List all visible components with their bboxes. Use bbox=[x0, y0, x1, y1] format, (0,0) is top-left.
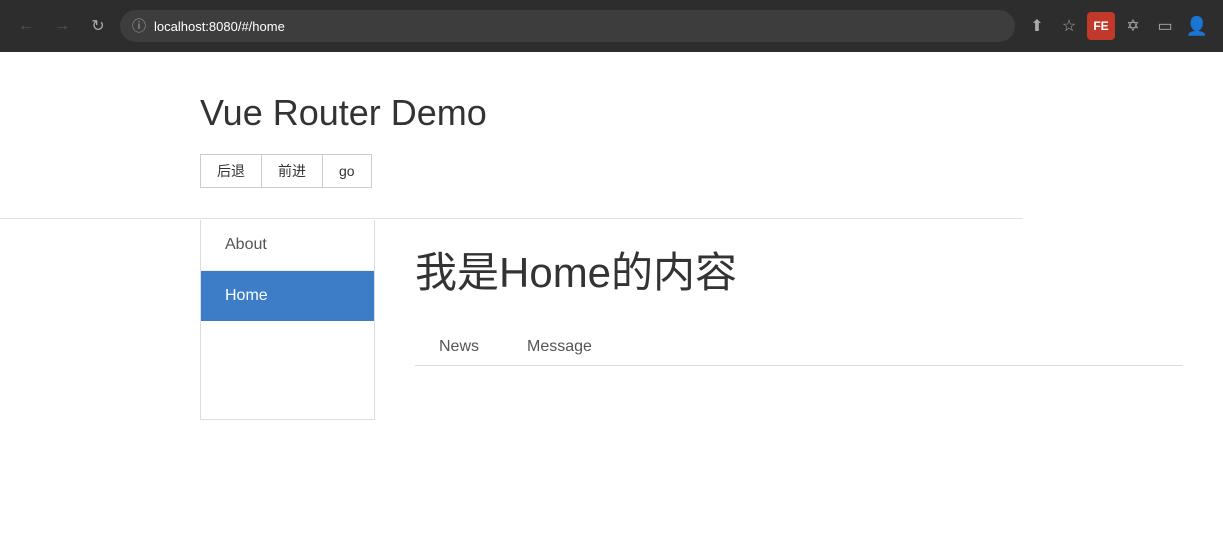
back-nav-button[interactable]: 后退 bbox=[200, 154, 261, 188]
forward-button[interactable]: → bbox=[48, 12, 76, 40]
profile-icon[interactable]: 👤 bbox=[1183, 12, 1211, 40]
sub-tab-message[interactable]: Message bbox=[503, 330, 616, 366]
bookmark-icon[interactable]: ☆ bbox=[1055, 12, 1083, 40]
url-text: localhost:8080/#/home bbox=[154, 19, 285, 34]
go-button[interactable]: go bbox=[322, 154, 372, 188]
share-icon[interactable]: ⬆ bbox=[1023, 12, 1051, 40]
home-content-title: 我是Home的内容 bbox=[415, 239, 1183, 300]
refresh-button[interactable]: ↻ bbox=[84, 12, 112, 40]
app-title: Vue Router Demo bbox=[200, 92, 1223, 134]
nav-buttons: 后退 前进 go bbox=[200, 154, 1223, 188]
sub-tabs: News Message bbox=[415, 330, 1183, 366]
toolbar-icons: ⬆ ☆ FE ✡ ▭ 👤 bbox=[1023, 12, 1211, 40]
browser-chrome: ← → ↻ ⓘ localhost:8080/#/home ⬆ ☆ FE ✡ ▭… bbox=[0, 0, 1223, 52]
fe-extension-icon[interactable]: FE bbox=[1087, 12, 1115, 40]
sidebar-item-home[interactable]: Home bbox=[201, 271, 374, 321]
extensions-icon[interactable]: ✡ bbox=[1119, 12, 1147, 40]
sub-tab-news[interactable]: News bbox=[415, 330, 503, 366]
info-icon: ⓘ bbox=[132, 16, 146, 36]
back-button[interactable]: ← bbox=[12, 12, 40, 40]
forward-nav-button[interactable]: 前进 bbox=[261, 154, 322, 188]
sidebar-item-about[interactable]: About bbox=[201, 220, 374, 271]
main-layout: About Home 我是Home的内容 News Message bbox=[200, 219, 1223, 420]
page-content: Vue Router Demo 后退 前进 go bbox=[0, 52, 1223, 188]
sidebar-toggle-icon[interactable]: ▭ bbox=[1151, 12, 1179, 40]
sidebar: About Home bbox=[200, 220, 375, 420]
address-bar[interactable]: ⓘ localhost:8080/#/home bbox=[120, 10, 1015, 42]
router-view: 我是Home的内容 News Message bbox=[375, 219, 1223, 420]
